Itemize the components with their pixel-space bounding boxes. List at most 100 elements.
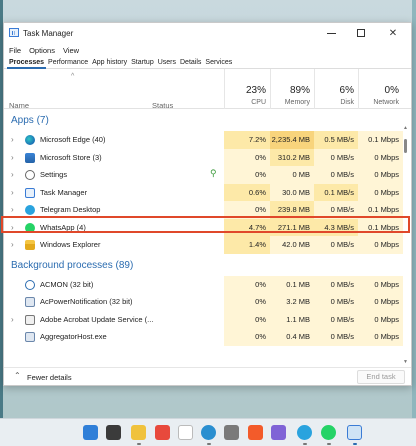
process-row[interactable]: › Microsoft Store (3) 0% 310.2 MB 0 MB/s… [4,148,403,167]
task-manager-icon[interactable] [347,425,362,440]
process-row[interactable]: › Windows Explorer 1.4% 42.0 MB 0 MB/s 0… [4,236,403,254]
process-row[interactable]: › WhatsApp (4) 4.7% 271.1 MB 4.3 MB/s 0.… [4,218,403,237]
desktop-edge [412,0,416,418]
file-explorer-icon[interactable] [131,425,146,440]
settings-icon [25,170,35,180]
disk-cell: 0.1 MB/s [314,183,358,201]
chevron-right-icon[interactable]: › [11,131,14,149]
gear-icon[interactable] [224,425,239,440]
tab-details[interactable]: Details [178,59,203,66]
menu-file[interactable]: File [9,46,21,55]
brave-icon[interactable] [248,425,263,440]
tab-performance[interactable]: Performance [46,59,90,66]
disk-cell: 0 MB/s [314,166,358,184]
cpu-cell: 0% [224,293,270,311]
sort-up-icon[interactable]: ^ [71,73,74,80]
tab-bar: Processes Performance App history Startu… [4,57,411,69]
vertical-scrollbar[interactable]: ▲ ▼ [403,109,409,367]
column-memory[interactable]: 89% Memory [270,69,314,109]
window-icon [25,297,35,307]
group-apps: Apps (7) [4,109,403,131]
tab-users[interactable]: Users [156,59,178,66]
process-name: Adobe Acrobat Update Service (... [40,314,154,324]
process-row[interactable]: › Telegram Desktop 0% 239.8 MB 0 MB/s 0.… [4,201,403,219]
chevron-right-icon[interactable]: › [11,219,14,237]
disk-cell: 0 MB/s [314,293,358,311]
column-cpu[interactable]: 23% CPU [224,69,270,109]
chevron-right-icon[interactable]: › [11,166,14,184]
task-manager-window: Task Manager ✕ File Options View Process… [3,22,412,386]
process-row[interactable]: AggregatorHost.exe 0% 0.4 MB 0 MB/s 0 Mb… [4,328,403,346]
title-bar[interactable]: Task Manager ✕ [4,23,411,43]
cpu-total: 23% [245,85,266,96]
network-cell: 0 Mbps [358,310,403,328]
window-title: Task Manager [23,29,74,38]
tab-startup[interactable]: Startup [129,59,156,66]
office-icon[interactable] [155,425,170,440]
close-icon: ✕ [388,27,398,39]
running-indicator [137,443,141,445]
fewer-details-button[interactable]: Fewer details [27,373,72,382]
memory-cell: 271.1 MB [270,218,314,236]
network-cell: 0 Mbps [358,293,403,311]
close-button[interactable]: ✕ [379,23,407,43]
process-name: WhatsApp (4) [40,222,86,232]
chevron-right-icon[interactable]: › [11,184,14,202]
process-name: Telegram Desktop [40,205,101,214]
whatsapp-icon [25,222,35,233]
cpu-label: CPU [251,99,266,106]
cpu-cell: 4.7% [224,218,270,236]
network-cell: 0 Mbps [358,328,403,346]
network-cell: 0.1 Mbps [358,201,403,219]
column-disk[interactable]: 6% Disk [314,69,358,109]
chevron-up-icon[interactable]: ⌃ [14,371,21,380]
chevron-right-icon[interactable]: › [11,311,14,329]
chevron-right-icon[interactable]: › [11,236,14,254]
edge-icon[interactable] [201,425,216,440]
tab-services[interactable]: Services [203,59,234,66]
memory-cell: 1.1 MB [270,310,314,328]
process-row[interactable]: › Task Manager 0.6% 30.0 MB 0.1 MB/s 0 M… [4,183,403,202]
memory-cell: 3.2 MB [270,293,314,311]
menu-options[interactable]: Options [29,46,55,55]
footer-bar: ⌃ Fewer details End task [4,367,411,385]
column-network[interactable]: 0% Network [358,69,403,109]
tab-app-history[interactable]: App history [90,59,129,66]
window-icon [25,332,35,342]
disk-cell: 4.3 MB/s [314,218,358,236]
chrome-icon[interactable] [178,425,193,440]
process-row[interactable]: ACMON (32 bit) 0% 0.1 MB 0 MB/s 0 Mbps [4,275,403,293]
app-icon[interactable] [271,425,286,440]
scroll-down-icon[interactable]: ▼ [403,359,408,365]
process-name: AcPowerNotification (32 bit) [40,297,133,306]
cpu-cell: 7.2% [224,131,270,149]
end-task-button[interactable]: End task [357,370,405,384]
chevron-right-icon[interactable]: › [11,201,14,219]
maximize-button[interactable] [347,23,375,43]
disk-total: 6% [339,85,354,96]
scroll-up-icon[interactable]: ▲ [403,125,408,131]
chevron-right-icon[interactable]: › [11,149,14,167]
column-header: ^ Name Status 23% CPU 89% Memory 6% Disk… [4,69,411,110]
cpu-cell: 0% [224,328,270,346]
process-row[interactable]: › Settings ⚲ 0% 0 MB 0 MB/s 0 Mbps [4,166,403,184]
group-title: Apps (7) [11,115,49,126]
tab-processes[interactable]: Processes [7,57,47,69]
process-row[interactable]: › Microsoft Edge (40) 7.2% 2,235.4 MB 0.… [4,131,403,149]
scroll-thumb[interactable] [404,139,407,153]
process-list: Apps (7) › Microsoft Edge (40) 7.2% 2,23… [4,109,403,367]
disk-cell: 0 MB/s [314,310,358,328]
memory-cell: 0 MB [270,166,314,184]
cpu-cell: 0% [224,201,270,219]
network-cell: 0 Mbps [358,183,403,201]
menu-view[interactable]: View [63,46,79,55]
telegram-icon[interactable] [297,425,312,440]
task-view-icon[interactable] [106,425,121,440]
cpu-cell: 0% [224,166,270,184]
minimize-button[interactable] [317,23,345,43]
process-row[interactable]: › Adobe Acrobat Update Service (... 0% 1… [4,310,403,329]
process-row[interactable]: AcPowerNotification (32 bit) 0% 3.2 MB 0… [4,293,403,311]
network-cell: 0 Mbps [358,236,403,254]
whatsapp-icon[interactable] [321,425,336,440]
start-icon[interactable] [83,425,98,440]
